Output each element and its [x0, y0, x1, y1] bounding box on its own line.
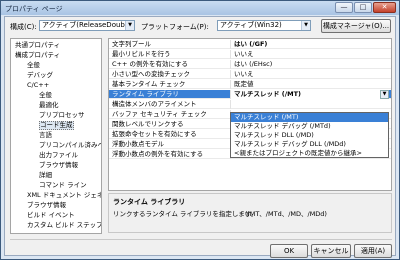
platform-select[interactable]: アクティブ(Win32) ▼ [217, 20, 311, 31]
title-bar: プロパティ ページ — □ ✕ [1, 1, 399, 15]
tree-item[interactable]: 構成プロパティ [15, 51, 60, 60]
chevron-down-icon[interactable]: ▼ [380, 90, 389, 99]
property-row[interactable]: 構造体メンバのアライメント [109, 100, 391, 109]
chevron-down-icon[interactable]: ▼ [301, 21, 310, 30]
tree-item[interactable]: ブラウザ情報 [39, 161, 78, 170]
tree-item[interactable]: プリコンパイル済みヘ [39, 141, 101, 150]
config-select-value: アクティブ(ReleaseDoubleLib [42, 21, 135, 29]
property-name: 最小リビルドを行う [112, 50, 171, 58]
dialog-body: 構成(C): アクティブ(ReleaseDoubleLib ▼ プラットフォーム… [4, 16, 396, 258]
column-divider [230, 100, 231, 109]
close-button[interactable]: ✕ [373, 2, 396, 13]
footer-separator [10, 239, 392, 240]
property-name: 浮動小数点モデル [112, 140, 164, 148]
tree-item[interactable]: 詳細 [39, 171, 52, 180]
minimize-button[interactable]: — [335, 2, 353, 13]
tree-item[interactable]: 最適化 [39, 101, 59, 110]
property-pages-dialog: プロパティ ページ — □ ✕ 構成(C): アクティブ(ReleaseDoub… [0, 0, 400, 260]
dropdown-option[interactable]: <親またはプロジェクトの既定値から継承> [231, 149, 388, 158]
property-name: 基本ランタイム チェック [112, 80, 186, 88]
property-row[interactable]: ランタイム ライブラリ マルチスレッド (/MT) ▼ [109, 90, 391, 99]
property-row[interactable]: 最小リビルドを行う いいえ [109, 50, 391, 59]
dropdown-option[interactable]: マルチスレッド (/MT) [231, 113, 388, 122]
description-text: リンクするランタイム ライブラリを指定します。 [113, 210, 258, 218]
column-divider [230, 50, 231, 59]
property-value[interactable]: 既定値 [234, 80, 254, 89]
property-row[interactable]: 基本ランタイム チェック 既定値 [109, 80, 391, 89]
property-name: 構造体メンバのアライメント [112, 100, 197, 108]
apply-button[interactable]: 適用(A) [354, 244, 392, 258]
description-panel: ランタイム ライブラリ リンクするランタイム ライブラリを指定します。 (/MT… [108, 193, 392, 233]
property-value[interactable]: いいえ [234, 50, 254, 59]
config-select[interactable]: アクティブ(ReleaseDoubleLib ▼ [39, 20, 135, 31]
runtime-library-dropdown-list[interactable]: マルチスレッド (/MT) マルチスレッド デバッグ (/MTd) マルチスレッド … [230, 112, 389, 158]
tree-item[interactable]: 全般 [27, 61, 40, 70]
tree-item[interactable]: コマンド ライン [39, 181, 87, 190]
property-name: 文字列プール [112, 40, 151, 48]
property-row[interactable]: 小さい型への変換チェック いいえ [109, 70, 391, 79]
dropdown-option[interactable]: マルチスレッド DLL (/MD) [231, 131, 388, 140]
property-value[interactable]: マルチスレッド (/MT) [231, 90, 389, 99]
cancel-button[interactable]: キャンセル [311, 244, 351, 258]
platform-select-value: アクティブ(Win32) [220, 21, 282, 29]
property-name: バッファ セキュリティ チェック [112, 110, 207, 118]
platform-label: プラットフォーム(P): [141, 23, 209, 31]
tree-item[interactable]: ブラウザ情報 [27, 201, 66, 210]
tree-item[interactable]: カスタム ビルド ステップ [27, 221, 101, 230]
config-manager-button[interactable]: 構成マネージャ(O)... [321, 19, 391, 33]
tree-item[interactable]: コード生成 [39, 121, 74, 130]
property-value[interactable]: いいえ [234, 70, 254, 79]
property-name: 浮動小数点の例外を有効にする [112, 150, 204, 158]
dropdown-option[interactable]: マルチスレッド デバッグ (/MTd) [231, 122, 388, 131]
property-name: C++ の例外を有効にする [112, 60, 189, 68]
column-divider [230, 40, 231, 49]
property-name: 関数レベルでリンクする [112, 120, 184, 128]
tree-item[interactable]: XML ドキュメント ジェネ [27, 191, 101, 200]
property-row[interactable]: C++ の例外を有効にする はい (/EHsc) [109, 60, 391, 69]
tree-item[interactable]: デバッグ [27, 71, 53, 80]
tree-item[interactable]: 出力ファイル [39, 151, 78, 160]
property-name: ランタイム ライブラリ [112, 90, 179, 98]
tree-item[interactable]: C/C++ [27, 81, 49, 90]
maximize-button[interactable]: □ [354, 2, 372, 13]
column-divider [230, 70, 231, 79]
description-title: ランタイム ライブラリ [113, 198, 186, 206]
property-name: 拡張命令セットを有効にする [112, 130, 197, 138]
tree-item[interactable]: ビルド イベント [27, 211, 75, 220]
chevron-down-icon[interactable]: ▼ [125, 21, 134, 30]
tree-item[interactable]: プリプロセッサ [39, 111, 85, 120]
property-tree[interactable]: 共通プロパティ 構成プロパティ 全般 デバッグ C/C++ 全般 最適化 プリプロセッサ コード… [10, 38, 102, 234]
property-row[interactable]: 文字列プール はい (/GF) [109, 40, 391, 49]
ok-button[interactable]: OK [270, 244, 308, 258]
tree-item[interactable]: 全般 [39, 91, 52, 100]
column-divider [230, 60, 231, 69]
property-value[interactable]: はい (/GF) [234, 40, 267, 49]
property-name: 小さい型への変換チェック [112, 70, 190, 78]
description-options: (/MT、/MTd、/MD、/MDd) [245, 210, 327, 218]
window-title: プロパティ ページ [5, 5, 63, 13]
config-label: 構成(C): [10, 23, 37, 31]
tree-item[interactable]: 言語 [39, 131, 52, 140]
property-value[interactable]: はい (/EHsc) [234, 60, 272, 69]
column-divider [230, 80, 231, 89]
dropdown-option[interactable]: マルチスレッド デバッグ DLL (/MDd) [231, 140, 388, 149]
tree-item[interactable]: 共通プロパティ [15, 41, 60, 50]
